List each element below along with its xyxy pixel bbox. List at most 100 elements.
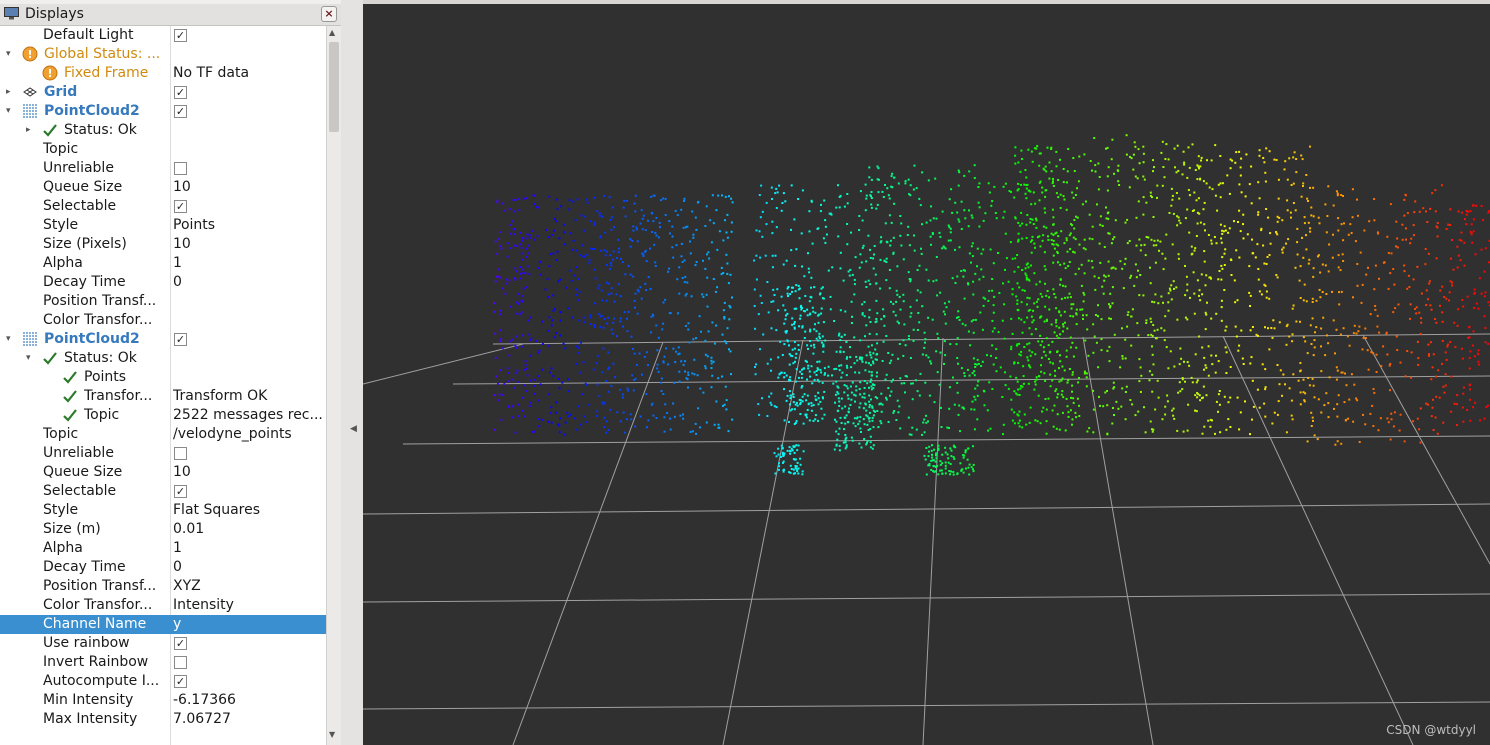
cloud-point <box>666 412 669 414</box>
checkbox-unchecked[interactable] <box>174 447 187 460</box>
row-value[interactable]: 2522 messages rec... <box>173 406 323 425</box>
cloud-point <box>1052 223 1055 226</box>
tree-scrollbar[interactable]: ▲ ▼ <box>326 26 341 745</box>
row-value[interactable]: y <box>173 615 323 634</box>
tree-row[interactable]: Style Points <box>0 216 326 235</box>
tree-row[interactable]: Decay Time 0 <box>0 273 326 292</box>
scroll-up-icon[interactable]: ▲ <box>329 28 335 37</box>
cloud-point <box>1375 353 1378 356</box>
cloud-point <box>892 251 895 254</box>
tree-row[interactable]: Topic 2522 messages rec... <box>0 406 326 425</box>
tree-row[interactable]: Points <box>0 368 326 387</box>
tree-row[interactable]: Decay Time 0 <box>0 558 326 577</box>
tree-row[interactable]: Style Flat Squares <box>0 501 326 520</box>
row-value[interactable]: 10 <box>173 463 323 482</box>
tree-row[interactable]: Unreliable <box>0 159 326 178</box>
tree-row[interactable]: Queue Size 10 <box>0 463 326 482</box>
tree-row[interactable]: ▸ Status: Ok <box>0 121 326 140</box>
checkbox-checked[interactable]: ✓ <box>174 485 187 498</box>
tree-row[interactable]: Selectable ✓ <box>0 482 326 501</box>
close-panel-button[interactable]: × <box>321 6 337 22</box>
row-value[interactable]: 10 <box>173 235 323 254</box>
row-value[interactable]: Intensity <box>173 596 323 615</box>
checkbox-checked[interactable]: ✓ <box>174 29 187 42</box>
tree-row[interactable]: ▸ Grid ✓ <box>0 83 326 102</box>
checkbox-unchecked[interactable] <box>174 162 187 175</box>
collapse-arrow-icon[interactable]: ▾ <box>26 353 36 363</box>
cloud-point <box>1060 393 1063 396</box>
row-value[interactable]: 10 <box>173 178 323 197</box>
collapse-arrow-icon[interactable]: ▾ <box>6 334 16 344</box>
cloud-point <box>1053 247 1056 250</box>
tree-row[interactable]: Alpha 1 <box>0 539 326 558</box>
tree-row[interactable]: Position Transf... XYZ <box>0 577 326 596</box>
tree-row[interactable]: ▾ PointCloud2 ✓ <box>0 102 326 121</box>
checkbox-unchecked[interactable] <box>174 656 187 669</box>
cloud-point <box>798 287 801 290</box>
tree-row[interactable]: Size (m) 0.01 <box>0 520 326 539</box>
row-value[interactable]: 0 <box>173 558 323 577</box>
cloud-point <box>1135 216 1138 219</box>
scroll-down-icon[interactable]: ▼ <box>329 730 335 739</box>
cloud-point <box>1395 335 1398 338</box>
point-cloud-scene[interactable] <box>363 4 1490 745</box>
checkbox-checked[interactable]: ✓ <box>174 675 187 688</box>
tree-row[interactable]: ▾ PointCloud2 ✓ <box>0 330 326 349</box>
scrollbar-thumb[interactable] <box>329 42 339 132</box>
row-value[interactable]: Transform OK <box>173 387 323 406</box>
checkbox-checked[interactable]: ✓ <box>174 86 187 99</box>
tree-row[interactable]: Color Transfor... Intensity <box>0 596 326 615</box>
tree-row[interactable]: Topic/velodyne_points <box>0 425 326 444</box>
tree-row[interactable]: Autocompute I... ✓ <box>0 672 326 691</box>
tree-row[interactable]: Unreliable <box>0 444 326 463</box>
collapse-arrow-icon[interactable]: ▾ <box>6 49 16 59</box>
cloud-point <box>1170 187 1173 190</box>
tree-row[interactable]: Position Transf... <box>0 292 326 311</box>
cloud-point <box>1246 233 1249 236</box>
row-value[interactable]: 0.01 <box>173 520 323 539</box>
cloud-point <box>938 231 941 234</box>
tree-row[interactable]: Max Intensity 7.06727 <box>0 710 326 729</box>
checkbox-checked[interactable]: ✓ <box>174 200 187 213</box>
row-value[interactable]: No TF data <box>173 64 323 83</box>
expand-arrow-icon[interactable]: ▸ <box>6 87 16 97</box>
row-value[interactable]: 1 <box>173 539 323 558</box>
checkbox-checked[interactable]: ✓ <box>174 637 187 650</box>
tree-row[interactable]: Selectable ✓ <box>0 197 326 216</box>
row-value[interactable]: Points <box>173 216 323 235</box>
cloud-point <box>1086 328 1089 331</box>
tree-row[interactable]: Default Light ✓ <box>0 26 326 45</box>
tree-row[interactable]: ▾ Status: Ok <box>0 349 326 368</box>
tree-row[interactable]: Use rainbow ✓ <box>0 634 326 653</box>
row-value[interactable]: -6.17366 <box>173 691 323 710</box>
tree-row[interactable]: Color Transfor... <box>0 311 326 330</box>
cloud-point <box>598 395 601 398</box>
cloud-point <box>629 273 632 276</box>
expand-arrow-icon[interactable]: ▸ <box>26 125 36 135</box>
tree-row[interactable]: Invert Rainbow <box>0 653 326 672</box>
tree-row[interactable]: Alpha 1 <box>0 254 326 273</box>
row-value[interactable]: 0 <box>173 273 323 292</box>
row-value[interactable]: /velodyne_points <box>173 425 323 444</box>
tree-row[interactable]: Channel Name y <box>0 615 326 634</box>
3d-render-viewport[interactable]: CSDN @wtdyyl <box>363 4 1490 745</box>
tree-row[interactable]: ▾! Global Status: ... <box>0 45 326 64</box>
row-value[interactable]: Flat Squares <box>173 501 323 520</box>
display-tree[interactable]: Default Light ✓ ▾! Global Status: ...! Fixed… <box>0 26 326 745</box>
tree-row[interactable]: Size (Pixels) 10 <box>0 235 326 254</box>
row-value[interactable]: XYZ <box>173 577 323 596</box>
panel-splitter[interactable]: ◀ <box>341 0 363 745</box>
collapse-arrow-icon[interactable]: ◀ <box>350 424 357 434</box>
row-value[interactable]: 7.06727 <box>173 710 323 729</box>
tree-row[interactable]: Queue Size 10 <box>0 178 326 197</box>
tree-row[interactable]: Topic <box>0 140 326 159</box>
tree-row[interactable]: ! Fixed Frame No TF data <box>0 64 326 83</box>
checkbox-checked[interactable]: ✓ <box>174 105 187 118</box>
checkbox-checked[interactable]: ✓ <box>174 333 187 346</box>
tree-row[interactable]: Transfor... Transform OK <box>0 387 326 406</box>
cloud-point <box>1327 185 1330 188</box>
cloud-point <box>837 433 840 436</box>
tree-row[interactable]: Min Intensity -6.17366 <box>0 691 326 710</box>
row-value[interactable]: 1 <box>173 254 323 273</box>
collapse-arrow-icon[interactable]: ▾ <box>6 106 16 116</box>
